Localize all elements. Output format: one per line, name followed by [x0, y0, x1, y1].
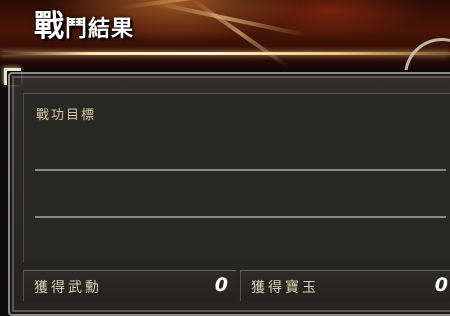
- merit-goals-panel: 戰功目標: [23, 93, 450, 262]
- reward-value-jewels: 0: [434, 274, 448, 296]
- merit-goals-title: 戰功目標: [36, 108, 97, 123]
- light-ray: [149, 0, 307, 38]
- reward-label-medals: 獲得武勳: [34, 280, 102, 296]
- reward-label-jewels: 獲得寶玉: [251, 280, 319, 296]
- page-title: 戰鬥結果: [34, 12, 134, 42]
- frame-corner-ornament: [4, 68, 21, 85]
- light-ray: [188, 0, 290, 69]
- goal-row-divider: [35, 216, 446, 218]
- title-rest: 鬥結果: [65, 16, 135, 42]
- header-gold-divider: [0, 52, 450, 55]
- reward-value-medals: 0: [214, 274, 228, 296]
- decorative-arc: [397, 31, 450, 70]
- reward-box-medals: 獲得武勳 0: [23, 270, 236, 301]
- title-first-char: 戰: [34, 9, 65, 44]
- result-header-banner: 戰鬥結果: [0, 0, 450, 70]
- goal-row-divider: [35, 169, 446, 171]
- reward-box-jewels: 獲得寶玉 0: [240, 270, 450, 301]
